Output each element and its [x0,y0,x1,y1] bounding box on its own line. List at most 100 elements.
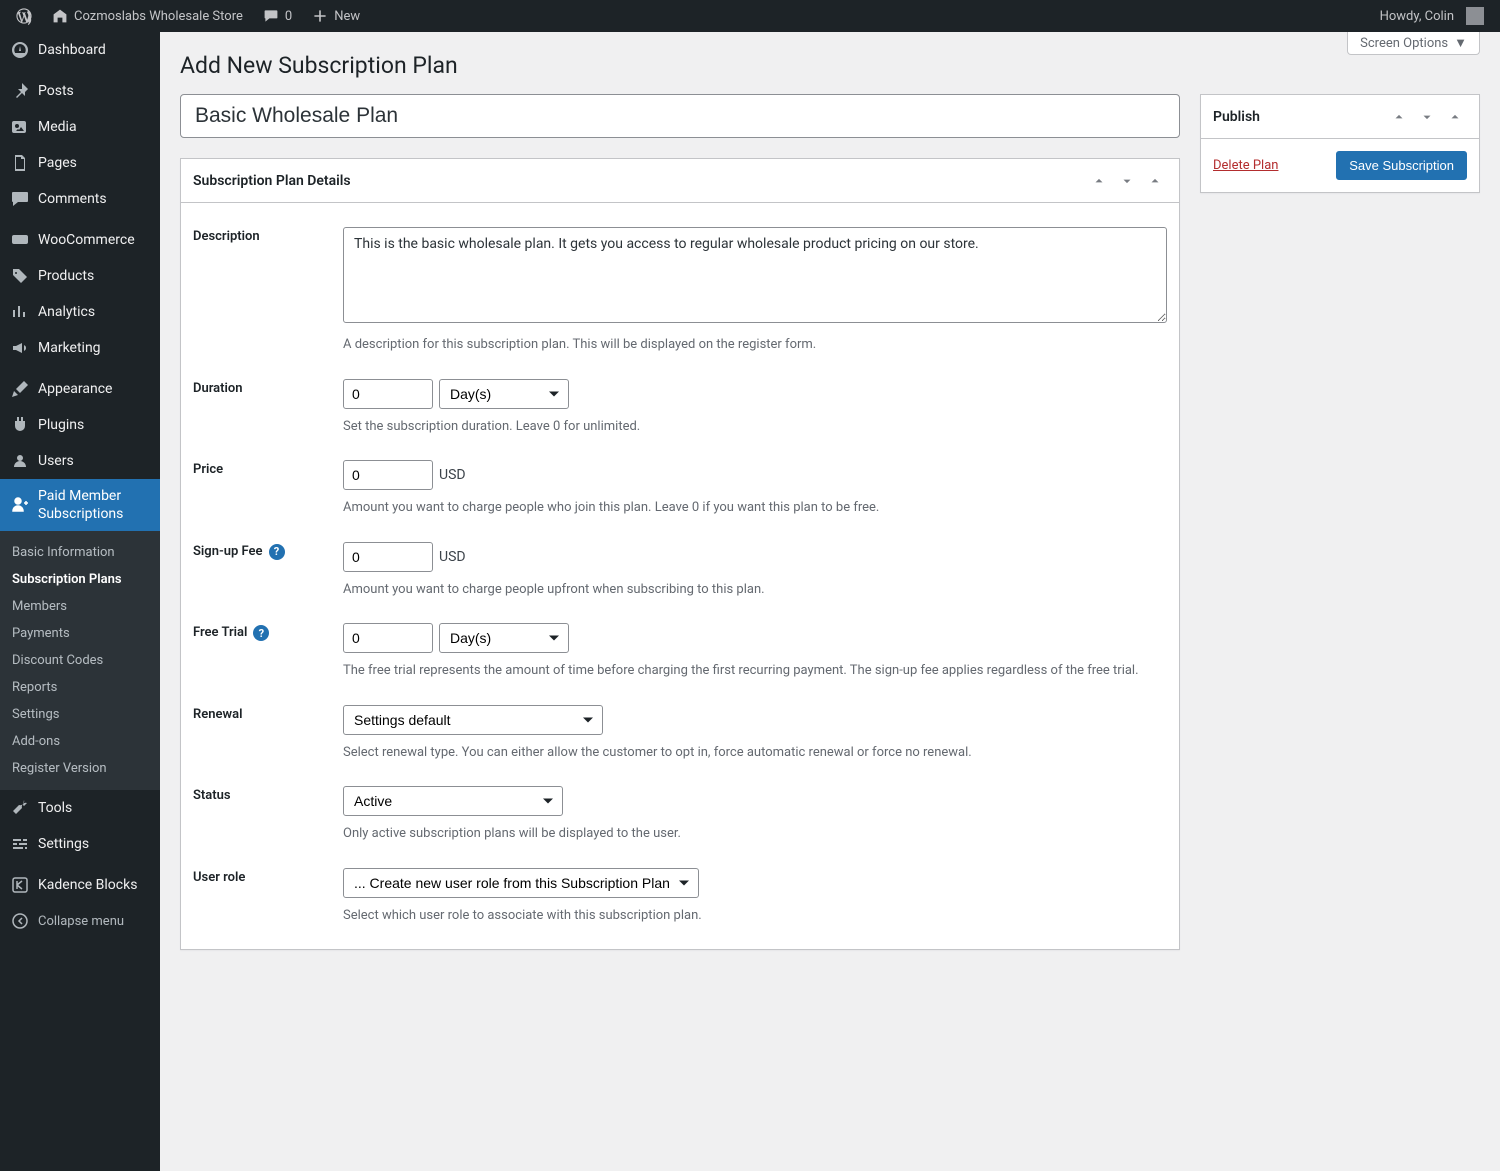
submenu-payments[interactable]: Payments [0,620,160,647]
user-role-select[interactable]: ... Create new user role from this Subsc… [343,868,699,898]
brush-icon [10,379,30,399]
delete-plan-link[interactable]: Delete Plan [1213,158,1278,173]
new-content-link[interactable]: New [304,0,368,32]
page-title: Add New Subscription Plan [180,32,1480,94]
help-icon[interactable]: ? [269,544,285,560]
price-help: Amount you want to charge people who joi… [343,498,1167,518]
duration-help: Set the subscription duration. Leave 0 f… [343,417,1167,437]
move-up-icon[interactable] [1387,105,1411,129]
subscription-plan-details-box: Subscription Plan Details Description [180,158,1180,950]
menu-settings[interactable]: Settings [0,826,160,862]
postbox-header: Subscription Plan Details [181,159,1179,203]
postbox-title: Subscription Plan Details [193,173,351,189]
price-currency: USD [439,467,466,483]
menu-plugins[interactable]: Plugins [0,407,160,443]
signup-fee-label: Sign-up Fee ? [193,542,323,600]
menu-products[interactable]: Products [0,258,160,294]
move-down-icon[interactable] [1115,169,1139,193]
description-label: Description [193,227,323,355]
menu-paid-member-subscriptions[interactable]: Paid Member Subscriptions [0,479,160,531]
comments-count: 0 [285,9,292,24]
menu-kadence-blocks[interactable]: Kadence Blocks [0,867,160,903]
woocommerce-icon [10,230,30,250]
collapse-menu[interactable]: Collapse menu [0,903,160,939]
comment-icon [263,8,279,24]
submenu-members[interactable]: Members [0,593,160,620]
page-icon [10,153,30,173]
duration-input[interactable] [343,379,433,409]
signup-currency: USD [439,549,466,565]
renewal-help: Select renewal type. You can either allo… [343,743,1167,763]
status-help: Only active subscription plans will be d… [343,824,1167,844]
user-greeting-link[interactable]: Howdy, Colin [1372,0,1492,32]
admin-bar: Cozmoslabs Wholesale Store 0 New Howdy, … [0,0,1500,32]
submenu-basic-info[interactable]: Basic Information [0,539,160,566]
sliders-icon [10,834,30,854]
menu-users[interactable]: Users [0,443,160,479]
submenu-register-version[interactable]: Register Version [0,755,160,782]
free-trial-label: Free Trial ? [193,623,323,681]
site-name: Cozmoslabs Wholesale Store [74,9,243,24]
submenu-discount-codes[interactable]: Discount Codes [0,647,160,674]
collapse-icon [10,911,30,931]
publish-title: Publish [1213,109,1260,125]
menu-dashboard[interactable]: Dashboard [0,32,160,68]
users-icon [10,451,30,471]
menu-pages[interactable]: Pages [0,145,160,181]
comment-icon [10,189,30,209]
submenu-reports[interactable]: Reports [0,674,160,701]
status-label: Status [193,786,323,844]
chevron-down-icon: ▼ [1454,35,1467,51]
kadence-icon [10,875,30,895]
analytics-icon [10,302,30,322]
toggle-panel-icon[interactable] [1143,169,1167,193]
menu-appearance[interactable]: Appearance [0,371,160,407]
menu-woocommerce[interactable]: WooCommerce [0,222,160,258]
move-down-icon[interactable] [1415,105,1439,129]
menu-media[interactable]: Media [0,109,160,145]
megaphone-icon [10,338,30,358]
user-greeting: Howdy, Colin [1380,9,1454,24]
toggle-panel-icon[interactable] [1443,105,1467,129]
save-subscription-button[interactable]: Save Subscription [1336,151,1467,180]
screen-options-button[interactable]: Screen Options ▼ [1347,32,1480,55]
renewal-label: Renewal [193,705,323,763]
submenu-settings[interactable]: Settings [0,701,160,728]
plan-title-input[interactable] [180,94,1180,138]
dashboard-icon [10,40,30,60]
price-input[interactable] [343,460,433,490]
wordpress-icon [16,8,32,24]
home-icon [52,8,68,24]
comments-link[interactable]: 0 [255,0,300,32]
trial-help: The free trial represents the amount of … [343,661,1167,681]
menu-comments[interactable]: Comments [0,181,160,217]
description-help: A description for this subscription plan… [343,335,1167,355]
media-icon [10,117,30,137]
menu-posts[interactable]: Posts [0,73,160,109]
role-help: Select which user role to associate with… [343,906,1167,926]
wp-logo[interactable] [8,0,40,32]
plugin-icon [10,415,30,435]
help-icon[interactable]: ? [253,625,269,641]
signup-fee-input[interactable] [343,542,433,572]
free-trial-unit-select[interactable]: Day(s) [439,623,569,653]
avatar [1466,7,1484,25]
submenu-addons[interactable]: Add-ons [0,728,160,755]
submenu-pms: Basic Information Subscription Plans Mem… [0,531,160,790]
description-textarea[interactable] [343,227,1167,323]
main-content: Screen Options ▼ Add New Subscription Pl… [160,32,1500,1171]
move-up-icon[interactable] [1087,169,1111,193]
site-name-link[interactable]: Cozmoslabs Wholesale Store [44,0,251,32]
renewal-select[interactable]: Settings default [343,705,603,735]
submenu-subscription-plans[interactable]: Subscription Plans [0,566,160,593]
menu-tools[interactable]: Tools [0,790,160,826]
duration-label: Duration [193,379,323,437]
menu-analytics[interactable]: Analytics [0,294,160,330]
publish-header: Publish [1201,95,1479,139]
user-role-label: User role [193,868,323,926]
menu-marketing[interactable]: Marketing [0,330,160,366]
duration-unit-select[interactable]: Day(s) [439,379,569,409]
status-select[interactable]: Active [343,786,563,816]
free-trial-input[interactable] [343,623,433,653]
plus-icon [312,8,328,24]
